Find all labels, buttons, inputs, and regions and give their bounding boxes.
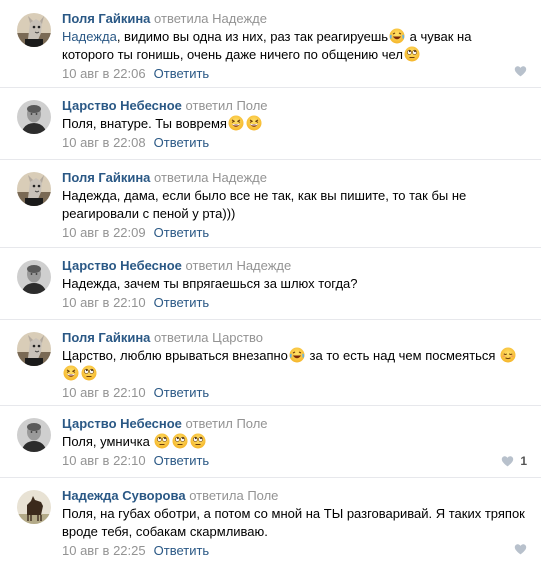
comment-meta: 10 авг в 22:10 Ответить: [62, 452, 525, 470]
rolling-eyes-emoji: [81, 365, 97, 381]
heart-icon: [514, 65, 527, 78]
reply-target[interactable]: Царство: [212, 330, 263, 345]
like-button[interactable]: 1: [501, 454, 527, 468]
author-name[interactable]: Поля Гайкина: [62, 11, 150, 26]
avatar[interactable]: [17, 490, 51, 524]
comment-meta: 10 авг в 22:10 Ответить: [62, 384, 525, 402]
grinning-squint-emoji: [228, 115, 244, 131]
reply-button[interactable]: Ответить: [154, 295, 210, 310]
reply-action: ответил: [185, 258, 233, 273]
comment-meta: 10 авг в 22:06 Ответить: [62, 65, 525, 83]
avatar[interactable]: [17, 418, 51, 452]
comment-text: Надежда, дама, если было все не так, как…: [62, 188, 467, 221]
reply-button[interactable]: Ответить: [154, 385, 210, 400]
avatar[interactable]: [17, 260, 51, 294]
comment-item: Царство Небесное ответил Поле Поля, умни…: [0, 406, 541, 478]
author-name[interactable]: Надежда Суворова: [62, 488, 186, 503]
grinning-squint-emoji: [63, 365, 79, 381]
reply-action: ответила: [154, 170, 209, 185]
rolling-eyes-emoji: [404, 46, 420, 62]
comment-item: Поля Гайкина ответила Надежде Надежда, в…: [0, 0, 541, 88]
like-button[interactable]: [514, 65, 527, 78]
comment-item: Надежда Суворова ответила Поле Поля, на …: [0, 478, 541, 566]
reply-target[interactable]: Поле: [247, 488, 278, 503]
comment-meta: 10 авг в 22:08 Ответить: [62, 134, 525, 152]
relieved-emoji: [500, 347, 516, 363]
comment-text: Надежда, зачем ты впрягаешься за шлюх то…: [62, 276, 358, 291]
rolling-eyes-emoji: [172, 433, 188, 449]
comment-header: Поля Гайкина ответила Царство: [62, 329, 525, 346]
comment-item: Поля Гайкина ответила Надежде Надежда, д…: [0, 160, 541, 248]
comment-header: Поля Гайкина ответила Надежде: [62, 169, 525, 186]
reply-target[interactable]: Надежде: [236, 258, 291, 273]
reply-button[interactable]: Ответить: [154, 543, 210, 558]
comment-text: Надежда, видимо вы одна из них, раз так …: [62, 28, 472, 62]
reply-action: ответил: [185, 98, 233, 113]
avatar[interactable]: [17, 13, 51, 47]
heart-icon: [514, 543, 527, 556]
comment-header: Поля Гайкина ответила Надежде: [62, 10, 525, 27]
comment-text: Поля, на губах обoтри, а потом со мной н…: [62, 506, 525, 539]
reply-action: ответил: [185, 416, 233, 431]
rolling-eyes-emoji: [154, 433, 170, 449]
avatar[interactable]: [17, 100, 51, 134]
comment-date[interactable]: 10 авг в 22:25: [62, 543, 146, 558]
comment-date[interactable]: 10 авг в 22:08: [62, 135, 146, 150]
comment-meta: 10 авг в 22:25 Ответить: [62, 542, 525, 560]
comment-header: Царство Небесное ответил Надежде: [62, 257, 525, 274]
comment-item: Поля Гайкина ответила Царство Царство, л…: [0, 320, 541, 406]
comment-date[interactable]: 10 авг в 22:10: [62, 453, 146, 468]
reply-target[interactable]: Поле: [236, 98, 267, 113]
reply-button[interactable]: Ответить: [154, 453, 210, 468]
tears-of-joy-emoji: [289, 347, 305, 363]
author-name[interactable]: Царство Небесное: [62, 98, 182, 113]
tears-of-joy-emoji: [389, 28, 405, 44]
reply-target[interactable]: Надежде: [212, 170, 267, 185]
reply-action: ответила: [154, 330, 209, 345]
mention-link[interactable]: Надежда: [62, 29, 117, 44]
comment-date[interactable]: 10 авг в 22:09: [62, 225, 146, 240]
rolling-eyes-emoji: [190, 433, 206, 449]
heart-icon: [501, 455, 514, 468]
like-button[interactable]: [514, 543, 527, 556]
comment-item: Царство Небесное ответил Надежде Надежда…: [0, 248, 541, 320]
comment-text: Царство, люблю врываться внезапно за то …: [62, 347, 525, 383]
comment-item: Царство Небесное ответил Поле Поля, внат…: [0, 88, 541, 160]
comment-text: Поля, умничка: [62, 433, 525, 451]
grinning-squint-emoji: [246, 115, 262, 131]
author-name[interactable]: Царство Небесное: [62, 258, 182, 273]
avatar[interactable]: [17, 332, 51, 366]
reply-button[interactable]: Ответить: [154, 135, 210, 150]
comment-meta: 10 авг в 22:10 Ответить: [62, 294, 525, 312]
reply-button[interactable]: Ответить: [154, 225, 210, 240]
author-name[interactable]: Царство Небесное: [62, 416, 182, 431]
reply-target[interactable]: Поле: [236, 416, 267, 431]
comment-meta: 10 авг в 22:09 Ответить: [62, 224, 525, 242]
comment-date[interactable]: 10 авг в 22:10: [62, 385, 146, 400]
comment-date[interactable]: 10 авг в 22:10: [62, 295, 146, 310]
like-count: 1: [520, 454, 527, 468]
comment-header: Царство Небесное ответил Поле: [62, 415, 525, 432]
reply-action: ответила: [189, 488, 244, 503]
comment-header: Надежда Суворова ответила Поле: [62, 487, 525, 504]
reply-button[interactable]: Ответить: [154, 66, 210, 81]
author-name[interactable]: Поля Гайкина: [62, 330, 150, 345]
reply-action: ответила: [154, 11, 209, 26]
comment-date[interactable]: 10 авг в 22:06: [62, 66, 146, 81]
comment-header: Царство Небесное ответил Поле: [62, 97, 525, 114]
reply-target[interactable]: Надежде: [212, 11, 267, 26]
author-name[interactable]: Поля Гайкина: [62, 170, 150, 185]
comment-text: Поля, внатуре. Ты вовремя: [62, 115, 525, 133]
avatar[interactable]: [17, 172, 51, 206]
